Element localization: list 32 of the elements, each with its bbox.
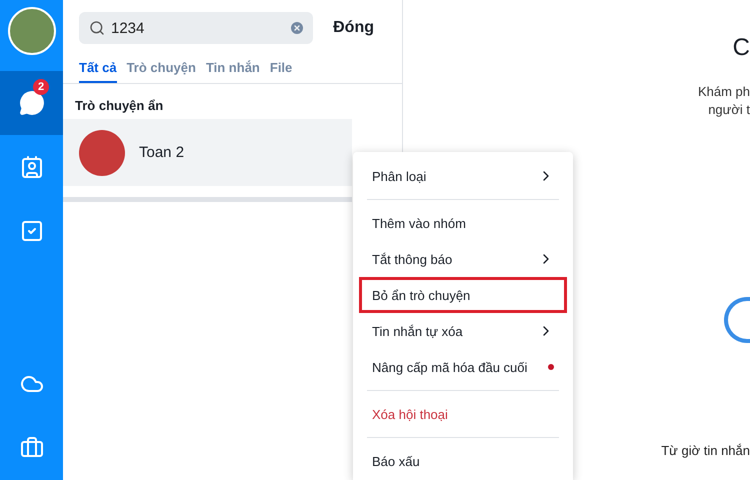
- ring-icon: [724, 297, 750, 343]
- filter-tab[interactable]: File: [270, 60, 292, 83]
- menu-item[interactable]: Báo xấu: [359, 443, 567, 479]
- menu-item[interactable]: Tin nhắn tự xóa: [359, 313, 567, 349]
- conversation-row[interactable]: Toan 2: [63, 119, 352, 186]
- search-icon: [89, 20, 105, 36]
- menu-item[interactable]: Tắt thông báo: [359, 241, 567, 277]
- close-button[interactable]: Đóng: [321, 13, 386, 43]
- notification-dot: [548, 364, 554, 370]
- search-field[interactable]: 1234: [79, 12, 314, 44]
- contact-name: Toan 2: [139, 144, 184, 161]
- welcome-text: Khám ph: [698, 84, 750, 99]
- briefcase-icon: [20, 436, 44, 460]
- welcome-title: C: [732, 34, 750, 62]
- unread-badge: 2: [33, 79, 49, 95]
- contact-book-icon: [20, 155, 44, 179]
- avatar-photo-placeholder: [79, 130, 125, 176]
- nav-button[interactable]: 2: [0, 71, 63, 135]
- menu-item[interactable]: Phân loại: [359, 158, 567, 194]
- menu-item[interactable]: Thêm vào nhóm: [359, 205, 567, 241]
- filter-tab[interactable]: Trò chuyện: [126, 60, 196, 83]
- menu-item[interactable]: Xóa hội thoại: [359, 396, 567, 432]
- welcome-text: người t: [708, 102, 750, 117]
- filter-tab[interactable]: Tất cả: [79, 60, 117, 83]
- checkbox-icon: [20, 219, 44, 243]
- filter-tab[interactable]: Tin nhắn: [206, 60, 260, 83]
- menu-item[interactable]: Nâng cấp mã hóa đầu cuối: [359, 349, 567, 385]
- chat-icon: [18, 90, 44, 116]
- footer-text: Từ giờ tin nhắn: [661, 443, 750, 458]
- section-title: Trò chuyện ẩn: [74, 97, 164, 115]
- menu-item[interactable]: Bỏ ẩn trò chuyện: [359, 277, 567, 313]
- avatar-photo-placeholder[interactable]: [8, 7, 56, 55]
